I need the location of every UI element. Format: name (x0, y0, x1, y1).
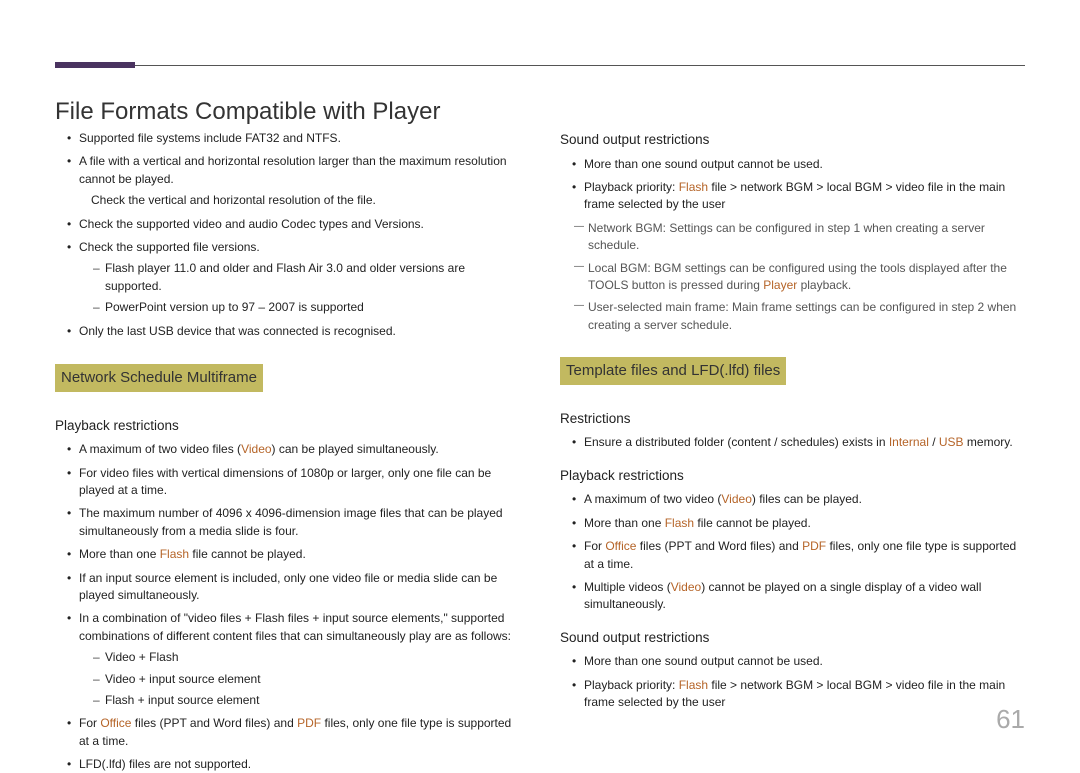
highlight-text: Video (241, 442, 271, 456)
highlight-text: PDF (802, 539, 826, 553)
highlight-text: Office (605, 539, 636, 553)
list-item: A maximum of two video files (Video) can… (67, 441, 520, 458)
list-item: More than one sound output cannot be use… (572, 156, 1025, 173)
highlight-text: Office (100, 716, 131, 730)
highlight-text: Flash (679, 678, 708, 692)
list-item: A file with a vertical and horizontal re… (67, 153, 520, 188)
list-item: Multiple videos (Video) cannot be played… (572, 579, 1025, 614)
list-item: In a combination of "video files + Flash… (67, 610, 520, 709)
template-playback-heading: Playback restrictions (560, 466, 1025, 486)
list-item: More than one Flash file cannot be playe… (572, 515, 1025, 532)
page-title: File Formats Compatible with Player (55, 98, 440, 126)
highlight-text: Player (763, 278, 797, 292)
list-item: Playback priority: Flash file > network … (572, 677, 1025, 712)
list-item: Local BGM: BGM settings can be configure… (574, 260, 1025, 295)
template-sound-heading: Sound output restrictions (560, 628, 1025, 648)
template-heading: Template files and LFD(.lfd) files (560, 357, 786, 385)
list-item: Supported file systems include FAT32 and… (67, 130, 520, 147)
sound-output-list: More than one sound output cannot be use… (560, 156, 1025, 214)
highlight-text: Internal (889, 435, 929, 449)
list-item: More than one sound output cannot be use… (572, 653, 1025, 670)
highlight-text: Video (671, 580, 701, 594)
list-item: Playback priority: Flash file > network … (572, 179, 1025, 214)
list-item: Video + input source element (93, 671, 520, 688)
list-item: For video files with vertical dimensions… (67, 465, 520, 500)
list-item: If an input source element is included, … (67, 570, 520, 605)
highlight-text: Video (721, 492, 751, 506)
list-item: Check the supported video and audio Code… (67, 216, 520, 233)
list-item: Flash + input source element (93, 692, 520, 709)
list-item: User-selected main frame: Main frame set… (574, 299, 1025, 334)
highlight-text: USB (939, 435, 964, 449)
list-item: Check the supported file versions.Flash … (67, 239, 520, 317)
list-item: Ensure a distributed folder (content / s… (572, 434, 1025, 451)
highlight-text: Flash (665, 516, 694, 530)
sub-list: Video + Flash Video + input source elemen… (79, 649, 520, 709)
left-column: Supported file systems include FAT32 and… (55, 130, 520, 693)
list-item: LFD(.lfd) files are not supported. (67, 756, 520, 773)
list-item: For Office files (PPT and Word files) an… (572, 538, 1025, 573)
playback-restrictions-heading: Playback restrictions (55, 416, 520, 436)
intro-list: Supported file systems include FAT32 and… (55, 130, 520, 340)
note-text: Check the vertical and horizontal resolu… (67, 192, 520, 209)
list-item: PowerPoint version up to 97 – 2007 is su… (93, 299, 520, 316)
list-item: Only the last USB device that was connec… (67, 323, 520, 340)
highlight-text: PDF (297, 716, 321, 730)
template-playback-list: A maximum of two video (Video) files can… (560, 491, 1025, 613)
header-rule (55, 65, 1025, 66)
multiframe-heading: Network Schedule Multiframe (55, 364, 263, 392)
sound-subnotes: Network BGM: Settings can be configured … (560, 220, 1025, 334)
content-columns: Supported file systems include FAT32 and… (55, 130, 1025, 693)
template-restrictions-list: Ensure a distributed folder (content / s… (560, 434, 1025, 451)
list-item: Flash player 11.0 and older and Flash Ai… (93, 260, 520, 295)
list-item: Network BGM: Settings can be configured … (574, 220, 1025, 255)
multiframe-playback-list: A maximum of two video files (Video) can… (55, 441, 520, 773)
header-accent (55, 62, 135, 68)
list-item: A maximum of two video (Video) files can… (572, 491, 1025, 508)
list-item: For Office files (PPT and Word files) an… (67, 715, 520, 750)
sub-list: Flash player 11.0 and older and Flash Ai… (79, 260, 520, 316)
right-column: Sound output restrictions More than one … (560, 130, 1025, 693)
highlight-text: Flash (160, 547, 189, 561)
template-restrictions-heading: Restrictions (560, 409, 1025, 429)
list-item: More than one Flash file cannot be playe… (67, 546, 520, 563)
sound-output-heading: Sound output restrictions (560, 130, 1025, 150)
template-sound-list: More than one sound output cannot be use… (560, 653, 1025, 711)
highlight-text: Flash (679, 180, 708, 194)
list-item: Video + Flash (93, 649, 520, 666)
page-number: 61 (996, 704, 1025, 735)
list-item: The maximum number of 4096 x 4096-dimens… (67, 505, 520, 540)
